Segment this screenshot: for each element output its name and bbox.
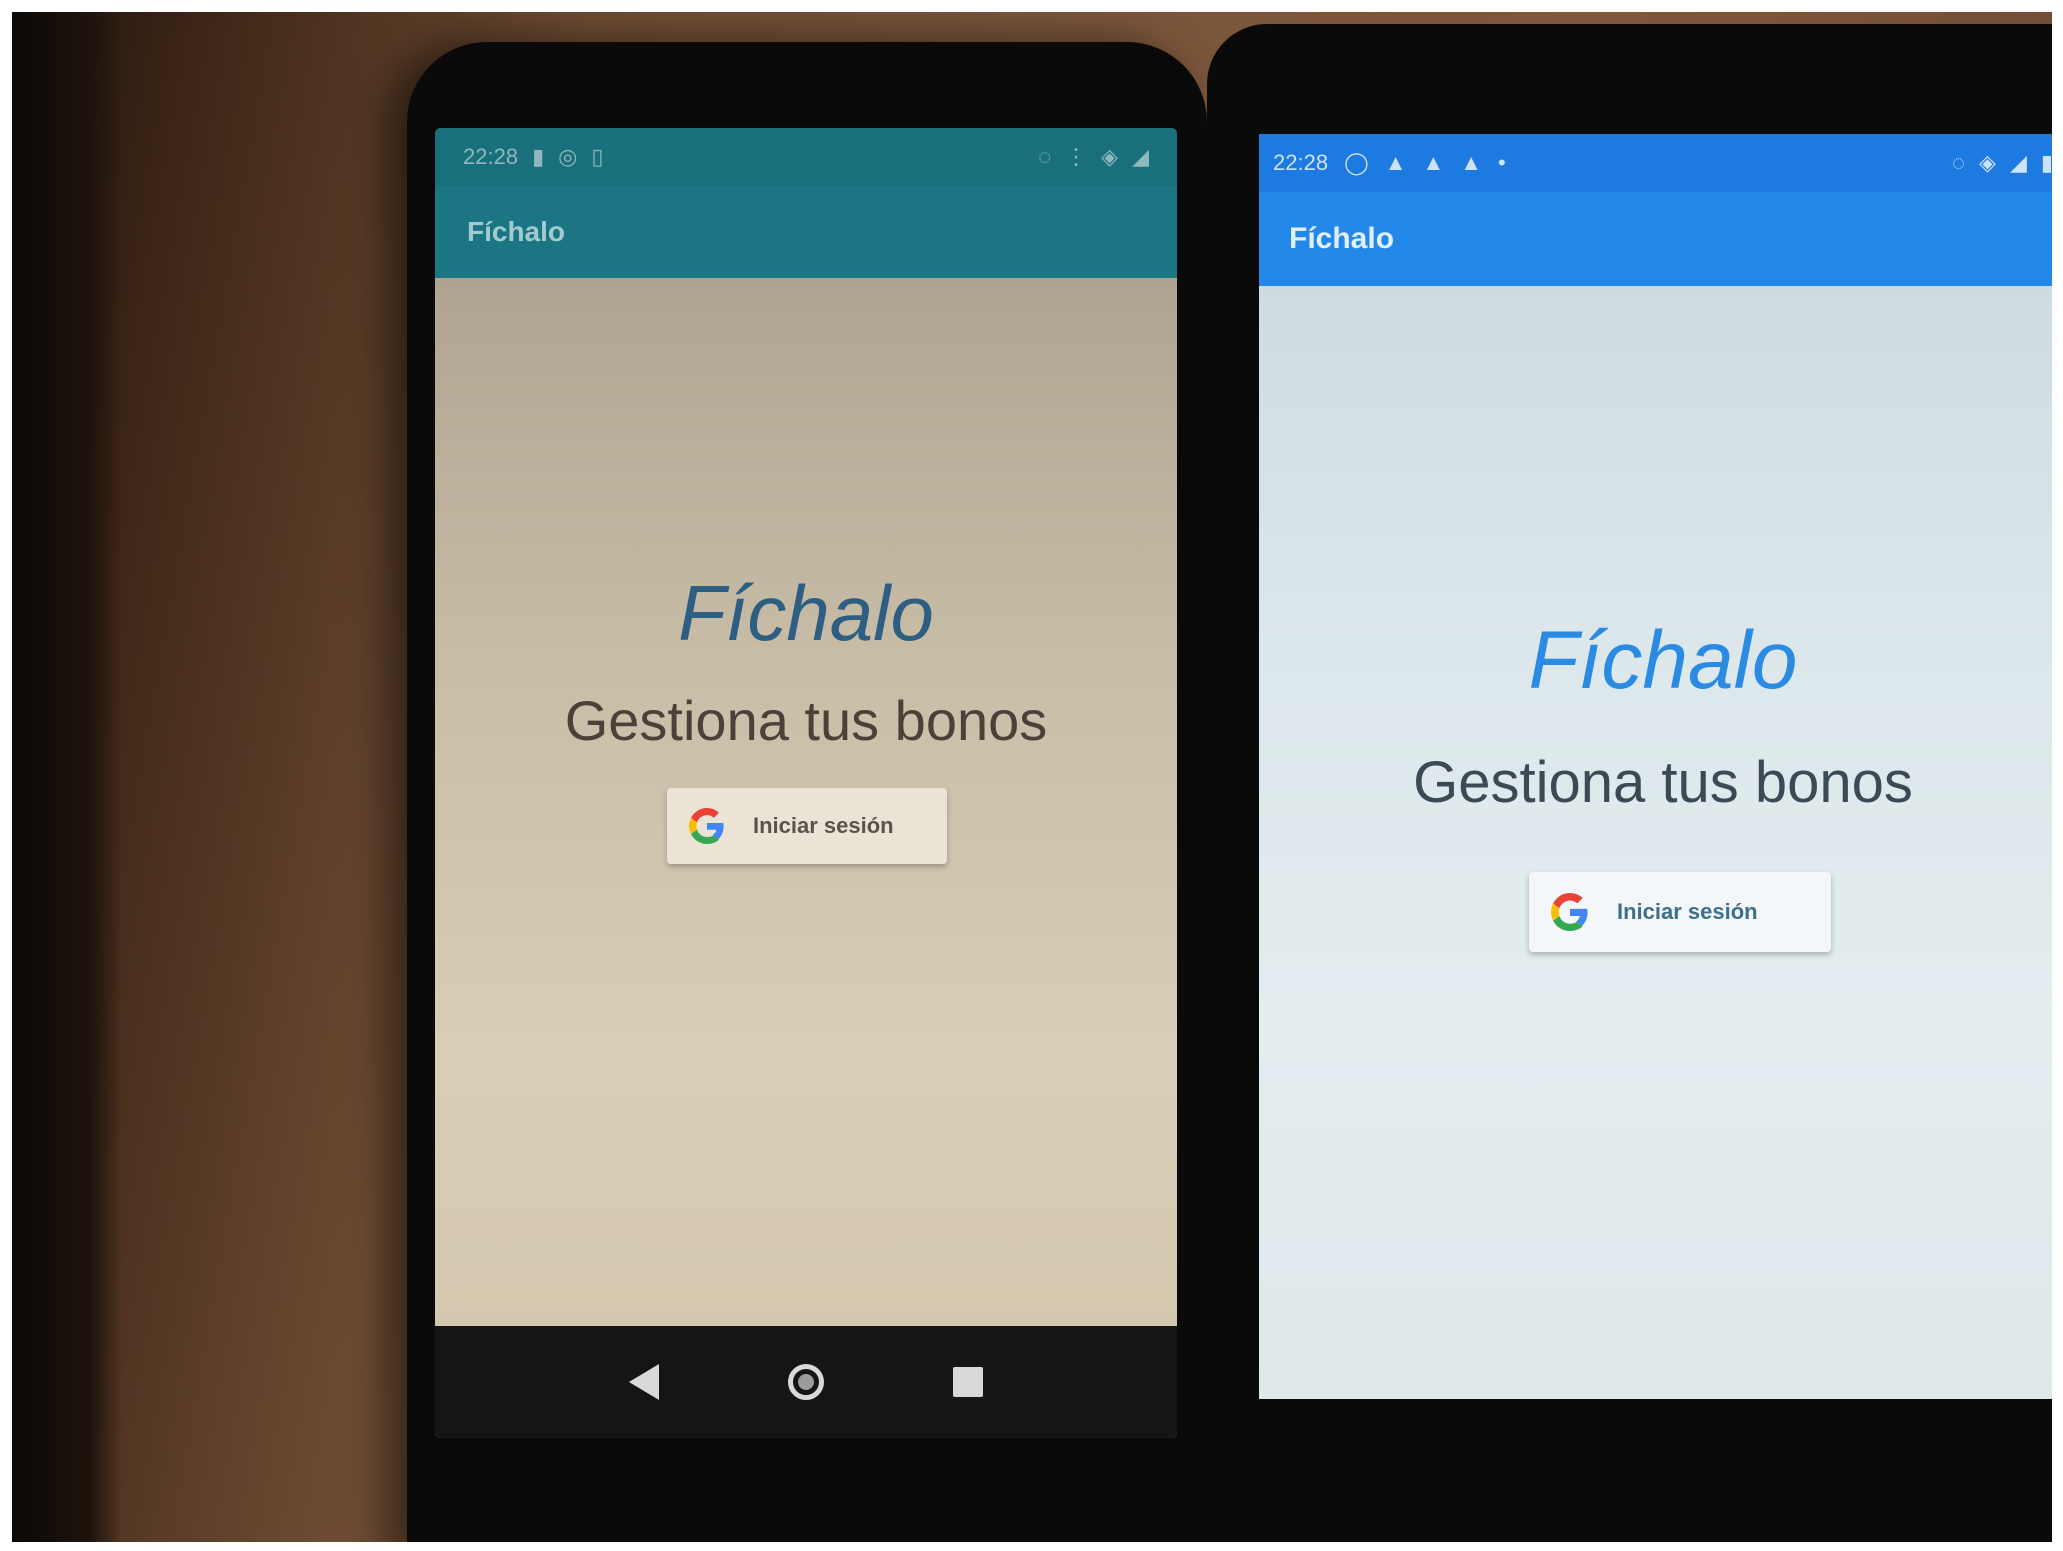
- signal-icon: ◢: [2009, 150, 2027, 175]
- right-signin-label: Iniciar sesión: [1617, 899, 1758, 924]
- right-app-bar-title: Fíchalo: [1289, 222, 1395, 255]
- right-status-bar: 22:28 ◯ ▲ ▲ ▲ • ◌ ◈ ◢ ▮: [1259, 134, 2052, 192]
- right-status-icons: ◌ ◈ ◢ ▮: [1952, 150, 2052, 176]
- warning-icon: ▲: [1384, 150, 1407, 175]
- right-phone-screen: 22:28 ◯ ▲ ▲ ▲ • ◌ ◈ ◢ ▮ Fíchalo Fíchalo …: [1259, 134, 2052, 1399]
- left-status-time: 22:28: [463, 144, 519, 169]
- notification-icon: ▮: [532, 144, 545, 169]
- home-icon[interactable]: [787, 1364, 824, 1400]
- vibrate-icon: ⋮: [1065, 144, 1088, 169]
- right-app-title: Fíchalo: [1528, 615, 1798, 706]
- table-shadow: [12, 12, 122, 1542]
- left-app-title: Fíchalo: [678, 569, 934, 657]
- signal-icon: ◢: [1132, 144, 1149, 169]
- left-nav-bar: [435, 1326, 1177, 1438]
- right-subtitle: Gestiona tus bonos: [1413, 750, 1913, 815]
- right-app-bar: Fíchalo: [1259, 192, 2052, 286]
- back-icon[interactable]: [629, 1364, 660, 1400]
- left-phone: 22:28 ▮ ◎ ▯ ◌ ⋮ ◈ ◢ Fíchalo Fíchalo Gest…: [407, 42, 1207, 1542]
- warning-icon: ▲: [1460, 150, 1483, 175]
- left-signin-label: Iniciar sesión: [753, 813, 894, 838]
- alarm-icon: ◌: [1038, 144, 1052, 169]
- warning-icon: ▲: [1422, 150, 1445, 175]
- google-icon: [1551, 893, 1588, 931]
- left-status-bar: 22:28 ▮ ◎ ▯ ◌ ⋮ ◈ ◢: [435, 128, 1177, 186]
- wifi-icon: ◈: [1979, 150, 1996, 175]
- alarm-icon: ◌: [1951, 150, 1966, 175]
- whatsapp-icon: ◯: [1344, 150, 1369, 175]
- wifi-icon: ◈: [1101, 144, 1119, 169]
- google-icon: [689, 808, 724, 844]
- left-google-signin-button[interactable]: Iniciar sesión: [667, 788, 947, 864]
- left-status-icons: ◌ ⋮ ◈ ◢: [1038, 144, 1149, 170]
- sync-icon: ◎: [558, 144, 578, 169]
- left-app-bar-title: Fíchalo: [467, 216, 566, 247]
- dot-icon: •: [1498, 150, 1506, 175]
- photo-background: 22:28 ▮ ◎ ▯ ◌ ⋮ ◈ ◢ Fíchalo Fíchalo Gest…: [12, 12, 2052, 1542]
- recents-icon[interactable]: [952, 1367, 983, 1397]
- right-status-time: 22:28: [1273, 150, 1329, 175]
- left-phone-screen: 22:28 ▮ ◎ ▯ ◌ ⋮ ◈ ◢ Fíchalo Fíchalo Gest…: [435, 128, 1177, 1438]
- battery-small-icon: ▯: [591, 144, 604, 169]
- right-phone: 22:28 ◯ ▲ ▲ ▲ • ◌ ◈ ◢ ▮ Fíchalo Fíchalo …: [1207, 24, 2052, 1542]
- left-app-bar: Fíchalo: [435, 186, 1177, 278]
- right-google-signin-button[interactable]: Iniciar sesión: [1529, 872, 1831, 952]
- battery-icon: ▮: [2040, 150, 2052, 175]
- left-subtitle: Gestiona tus bonos: [564, 689, 1048, 752]
